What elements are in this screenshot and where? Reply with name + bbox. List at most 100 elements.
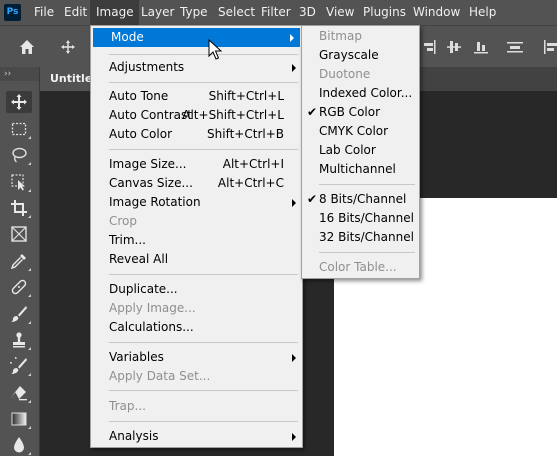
- menu-item-image-size[interactable]: Image Size... Alt+Ctrl+I: [91, 155, 302, 174]
- menu-filter[interactable]: Filter: [261, 0, 291, 25]
- menu-item-shortcut: Shift+Ctrl+L: [208, 89, 284, 103]
- menu-item-label: Duplicate...: [109, 282, 178, 296]
- menu-type[interactable]: Type: [180, 0, 208, 25]
- menu-separator: [109, 82, 298, 83]
- menu-item-auto-tone[interactable]: Auto Tone Shift+Ctrl+L: [91, 87, 302, 106]
- mode-item-16-bits[interactable]: 16 Bits/Channel: [302, 209, 419, 228]
- align-right-icon[interactable]: [422, 26, 436, 68]
- healing-brush-tool-icon[interactable]: [6, 276, 32, 298]
- tools-panel: ››: [0, 67, 40, 456]
- menu-separator: [319, 252, 415, 253]
- mode-item-lab-color[interactable]: Lab Color: [302, 141, 419, 160]
- align-center-vertical-icon[interactable]: [447, 26, 461, 68]
- menu-item-label: Image Rotation: [109, 195, 201, 209]
- menu-separator: [109, 54, 298, 55]
- crop-tool-icon[interactable]: [6, 197, 32, 219]
- align-distribute-icon[interactable]: [507, 26, 523, 68]
- menu-separator: [109, 421, 298, 422]
- mode-item-multichannel[interactable]: Multichannel: [302, 160, 419, 179]
- menu-item-label: Trap...: [109, 399, 146, 413]
- submenu-arrow-icon: [290, 34, 294, 42]
- submenu-arrow-icon: [292, 199, 296, 207]
- menu-plugins[interactable]: Plugins: [363, 0, 406, 25]
- mode-item-color-table: Color Table...: [302, 258, 419, 277]
- checkmark-icon: ✔: [307, 105, 318, 119]
- document-tab[interactable]: Untitled: [40, 67, 92, 91]
- eyedropper-tool-icon[interactable]: [6, 250, 32, 272]
- menu-separator: [109, 149, 298, 150]
- image-menu-dropdown: Mode Adjustments Auto Tone Shift+Ctrl+L …: [90, 25, 303, 448]
- menu-item-label: Color Table...: [319, 260, 397, 274]
- menu-item-label: Indexed Color...: [319, 86, 413, 100]
- menu-item-trim[interactable]: Trim...: [91, 231, 302, 250]
- menu-item-calculations[interactable]: Calculations...: [91, 318, 302, 337]
- frame-tool-icon[interactable]: [6, 223, 32, 245]
- mode-item-rgb-color[interactable]: ✔ RGB Color: [302, 103, 419, 122]
- blur-tool-icon[interactable]: [6, 434, 32, 456]
- menu-item-label: Bitmap: [319, 29, 362, 43]
- menu-item-label: Apply Image...: [109, 301, 196, 315]
- menu-item-apply-image: Apply Image...: [91, 299, 302, 318]
- mode-item-32-bits[interactable]: 32 Bits/Channel: [302, 228, 419, 247]
- menu-item-duplicate[interactable]: Duplicate...: [91, 280, 302, 299]
- move-icon[interactable]: [60, 26, 76, 68]
- menu-item-label: Multichannel: [319, 162, 396, 176]
- object-selection-tool-icon[interactable]: [6, 171, 32, 193]
- brush-tool-icon[interactable]: [6, 303, 32, 325]
- align-bottom-icon[interactable]: [474, 26, 488, 68]
- menu-item-adjustments[interactable]: Adjustments: [91, 58, 302, 77]
- menu-layer[interactable]: Layer: [141, 0, 174, 25]
- menu-item-label: Apply Data Set...: [109, 369, 211, 383]
- menu-item-trap: Trap...: [91, 397, 302, 416]
- menu-item-label: Calculations...: [109, 320, 194, 334]
- lasso-tool-icon[interactable]: [6, 144, 32, 166]
- menu-select[interactable]: Select: [218, 0, 255, 25]
- menu-item-label: Auto Contrast: [109, 108, 192, 122]
- menu-item-auto-contrast[interactable]: Auto Contrast Alt+Shift+Ctrl+L: [91, 106, 302, 125]
- stamp-tool-icon[interactable]: [6, 329, 32, 351]
- mode-submenu: Bitmap Grayscale Duotone Indexed Color..…: [301, 25, 420, 279]
- mode-item-duotone: Duotone: [302, 65, 419, 84]
- menu-item-image-rotation[interactable]: Image Rotation: [91, 193, 302, 212]
- mode-item-bitmap: Bitmap: [302, 27, 419, 46]
- submenu-arrow-icon: [292, 354, 296, 362]
- menu-view[interactable]: View: [326, 0, 354, 25]
- menu-item-label: CMYK Color: [319, 124, 389, 138]
- mode-item-grayscale[interactable]: Grayscale: [302, 46, 419, 65]
- marquee-tool-icon[interactable]: [6, 118, 32, 140]
- menu-item-apply-data-set: Apply Data Set...: [91, 367, 302, 386]
- move-tool-icon[interactable]: [6, 91, 32, 113]
- mode-item-indexed-color[interactable]: Indexed Color...: [302, 84, 419, 103]
- menu-image[interactable]: Image: [90, 0, 139, 25]
- mode-item-8-bits[interactable]: ✔ 8 Bits/Channel: [302, 190, 419, 209]
- menu-item-label: Auto Color: [109, 127, 173, 141]
- menu-file[interactable]: File: [34, 0, 54, 25]
- menu-item-label: Lab Color: [319, 143, 376, 157]
- mode-item-cmyk-color[interactable]: CMYK Color: [302, 122, 419, 141]
- menu-item-mode[interactable]: Mode: [93, 28, 300, 47]
- home-icon[interactable]: [18, 26, 36, 68]
- gradient-tool-icon[interactable]: [6, 408, 32, 430]
- menu-edit[interactable]: Edit: [64, 0, 87, 25]
- toolbar-collapse-toggle[interactable]: ››: [0, 67, 39, 81]
- checkmark-icon: ✔: [307, 192, 318, 206]
- menu-item-crop: Crop: [91, 212, 302, 231]
- menu-item-label: 16 Bits/Channel: [319, 211, 414, 225]
- menu-item-shortcut: Alt+Ctrl+I: [222, 157, 284, 171]
- menu-item-label: Variables: [109, 350, 164, 364]
- menu-window[interactable]: Window: [413, 0, 460, 25]
- menu-item-canvas-size[interactable]: Canvas Size... Alt+Ctrl+C: [91, 174, 302, 193]
- menu-help[interactable]: Help: [469, 0, 496, 25]
- eraser-tool-icon[interactable]: [6, 382, 32, 404]
- menu-separator: [319, 184, 415, 185]
- menu-item-label: Canvas Size...: [109, 176, 193, 190]
- align-edge-icon[interactable]: [544, 26, 557, 68]
- menu-item-auto-color[interactable]: Auto Color Shift+Ctrl+B: [91, 125, 302, 144]
- menu-item-analysis[interactable]: Analysis: [91, 427, 302, 446]
- mouse-pointer-icon: [208, 39, 222, 60]
- menu-item-reveal-all[interactable]: Reveal All: [91, 250, 302, 269]
- submenu-arrow-icon: [292, 64, 296, 72]
- menu-3d[interactable]: 3D: [299, 0, 316, 25]
- menu-item-variables[interactable]: Variables: [91, 348, 302, 367]
- history-brush-tool-icon[interactable]: [6, 355, 32, 377]
